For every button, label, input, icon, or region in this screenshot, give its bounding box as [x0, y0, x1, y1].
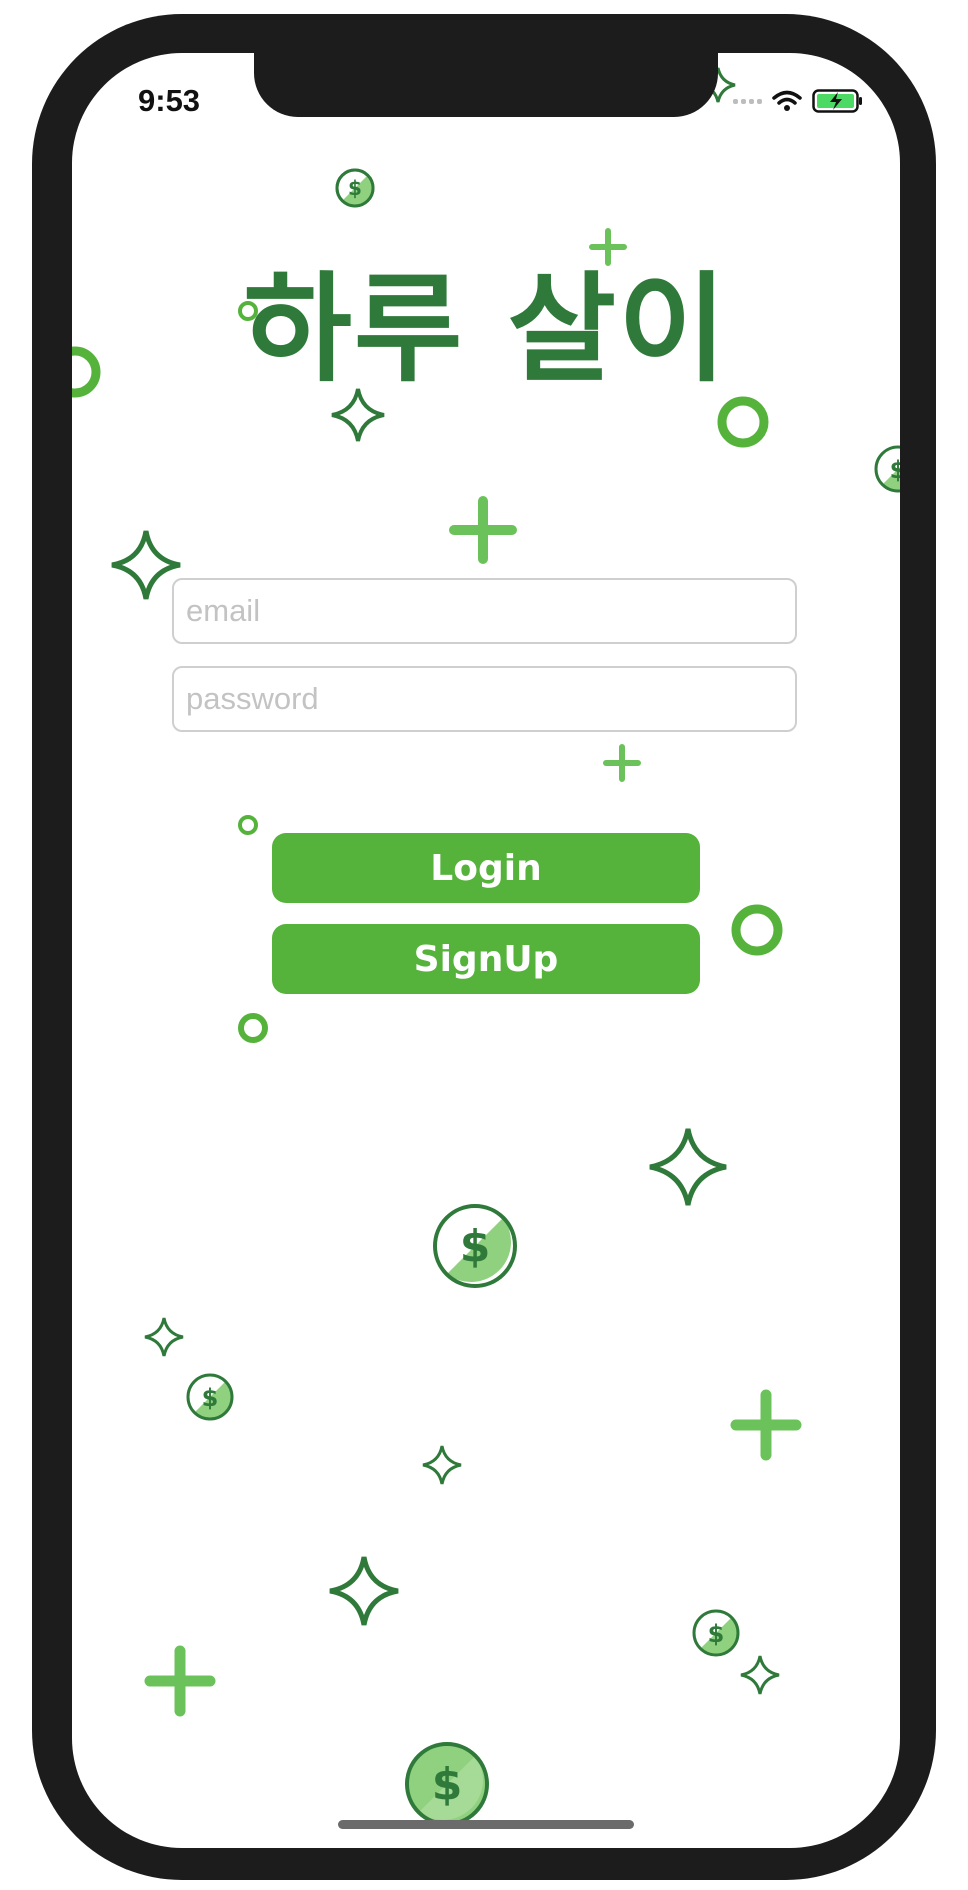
- star-outline-icon: [649, 1128, 727, 1206]
- plus-icon: [730, 1389, 802, 1461]
- email-input[interactable]: [172, 578, 797, 644]
- plus-icon: [449, 496, 517, 564]
- home-indicator: [338, 1820, 634, 1829]
- signup-button[interactable]: SignUp: [272, 924, 700, 994]
- svg-text:$: $: [202, 1384, 219, 1412]
- notch: [254, 53, 718, 117]
- coin-icon: $: [405, 1742, 489, 1826]
- ring-icon: [731, 904, 783, 956]
- status-indicators: [733, 89, 864, 113]
- svg-text:$: $: [432, 1759, 463, 1810]
- battery-charging-icon: [812, 89, 862, 113]
- coin-icon: $: [874, 445, 900, 493]
- svg-text:$: $: [348, 176, 362, 200]
- plus-icon: [603, 744, 641, 782]
- svg-text:$: $: [708, 1620, 725, 1648]
- coin-icon: $: [692, 1609, 740, 1657]
- cellular-signal-icon: [733, 98, 762, 104]
- coin-icon: $: [335, 168, 375, 208]
- coin-icon: $: [186, 1373, 234, 1421]
- password-input[interactable]: [172, 666, 797, 732]
- svg-text:$: $: [460, 1221, 491, 1272]
- app-title: 하루 살이: [243, 260, 729, 398]
- svg-text:$: $: [890, 456, 900, 484]
- wifi-icon: [772, 90, 802, 111]
- ring-icon: [238, 1013, 268, 1043]
- ring-icon: [238, 815, 258, 835]
- star-outline-icon: [740, 1655, 780, 1695]
- star-outline-icon: [329, 1556, 399, 1626]
- plus-icon: [144, 1645, 216, 1717]
- coin-icon: $: [433, 1204, 517, 1288]
- star-outline-icon: [422, 1445, 462, 1485]
- status-time: 9:53: [138, 83, 201, 118]
- login-button[interactable]: Login: [272, 833, 700, 903]
- star-outline-icon: [144, 1317, 184, 1357]
- screen: $ $ $ $ $ $ 9:53 하루 살이 Login SignUp: [72, 53, 900, 1848]
